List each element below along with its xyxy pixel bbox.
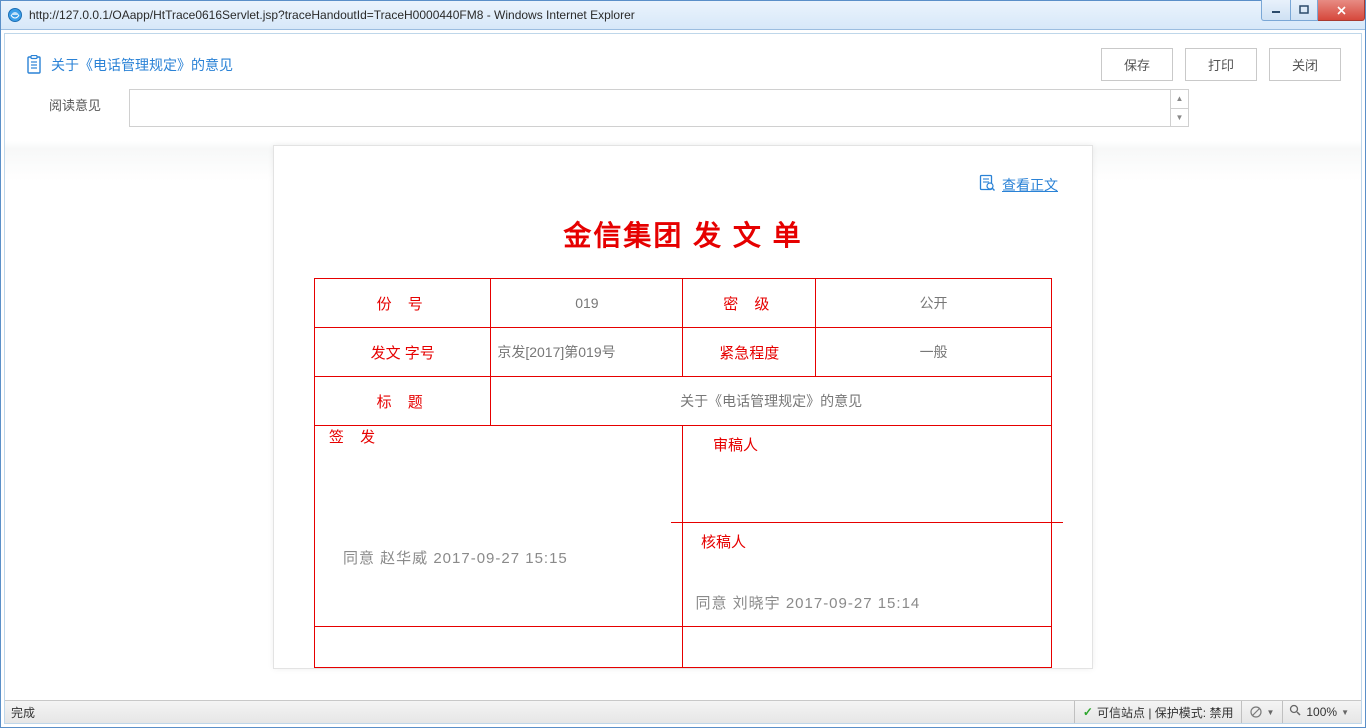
serial-label: 份 号 [315, 279, 491, 328]
paper-area: 查看正文 金信集团 发 文 单 份 号 019 密 级 公开 [5, 141, 1361, 669]
paper: 查看正文 金信集团 发 文 单 份 号 019 密 级 公开 [273, 145, 1093, 669]
opinion-spinner: ▲ ▼ [1170, 90, 1188, 126]
reviewer-label: 审稿人 [695, 434, 775, 455]
zoom-value: 100% [1306, 705, 1337, 719]
status-done: 完成 [11, 704, 35, 721]
client-scroll[interactable]: 关于《电话管理规定》的意见 保存 打印 关闭 阅读意见 ▲ ▼ [5, 34, 1361, 700]
status-security[interactable]: ▼ [1241, 701, 1282, 723]
window-buttons [1261, 0, 1365, 21]
statusbar: 完成 ✓ 可信站点 | 保护模式: 禁用 ▼ 100% ▼ [5, 700, 1361, 723]
close-button[interactable] [1318, 0, 1365, 21]
view-body-link: 查看正文 [978, 174, 1058, 195]
serial-value: 019 [491, 279, 683, 328]
opinion-row: 阅读意见 ▲ ▼ [5, 89, 1361, 141]
status-trusted: ✓ 可信站点 | 保护模式: 禁用 [1074, 701, 1242, 723]
chevron-down-icon[interactable]: ▼ [1341, 708, 1349, 717]
paper-title: 金信集团 发 文 单 [314, 214, 1052, 254]
status-trusted-text: 可信站点 | 保护模式: 禁用 [1097, 704, 1233, 721]
tick-icon: ✓ [1083, 705, 1093, 719]
spinner-down[interactable]: ▼ [1171, 109, 1188, 127]
form-table: 份 号 019 密 级 公开 发文 字号 京发[2017]第019号 紧急程度 … [314, 278, 1052, 668]
opinion-label: 阅读意见 [49, 89, 129, 127]
titlebar: http://127.0.0.1/OAapp/HtTrace0616Servle… [1, 1, 1365, 30]
empty-row-right [683, 627, 1052, 668]
toolbar: 关于《电话管理规定》的意见 保存 打印 关闭 [5, 34, 1361, 89]
shield-off-icon [1250, 706, 1262, 718]
zoom-icon [1289, 704, 1302, 720]
title-label: 标 题 [315, 377, 491, 426]
checker-subsection: 核稿人 同意 刘晓宇 2017-09-27 15:14 [671, 522, 1063, 613]
view-body-icon [978, 174, 996, 195]
chevron-down-icon: ▼ [1266, 708, 1274, 717]
document-icon [25, 55, 43, 75]
checker-label: 核稿人 [683, 531, 763, 552]
minimize-button[interactable] [1261, 0, 1291, 21]
secret-value: 公开 [816, 279, 1052, 328]
review-section: 审稿人 核稿人 同意 刘晓宇 2017-09-27 15:14 [683, 426, 1052, 627]
sign-label: 签 发 [315, 426, 395, 447]
sign-text: 同意 赵华威 2017-09-27 15:15 [315, 547, 682, 568]
empty-row-left [315, 627, 683, 668]
checker-text: 同意 刘晓宇 2017-09-27 15:14 [683, 592, 1051, 613]
window: http://127.0.0.1/OAapp/HtTrace0616Servle… [0, 0, 1366, 728]
window-title: http://127.0.0.1/OAapp/HtTrace0616Servle… [29, 8, 635, 22]
urgency-label: 紧急程度 [683, 328, 816, 377]
print-button[interactable]: 打印 [1185, 48, 1257, 81]
docno-label: 发文 字号 [315, 328, 491, 377]
maximize-button[interactable] [1291, 0, 1318, 21]
ie-icon [7, 7, 23, 23]
save-button[interactable]: 保存 [1101, 48, 1173, 81]
secret-label: 密 级 [683, 279, 816, 328]
opinion-input[interactable]: ▲ ▼ [129, 89, 1189, 127]
close-page-button[interactable]: 关闭 [1269, 48, 1341, 81]
docno-value: 京发[2017]第019号 [491, 328, 683, 377]
sign-section: 签 发 同意 赵华威 2017-09-27 15:15 [315, 426, 683, 627]
zoom-control: 100% ▼ [1282, 701, 1355, 723]
spinner-up[interactable]: ▲ [1171, 90, 1188, 109]
urgency-value: 一般 [816, 328, 1052, 377]
page-title: 关于《电话管理规定》的意见 [51, 55, 233, 75]
title-value: 关于《电话管理规定》的意见 [491, 377, 1052, 426]
client-area: 关于《电话管理规定》的意见 保存 打印 关闭 阅读意见 ▲ ▼ [4, 33, 1362, 724]
view-body-anchor[interactable]: 查看正文 [1002, 175, 1058, 195]
